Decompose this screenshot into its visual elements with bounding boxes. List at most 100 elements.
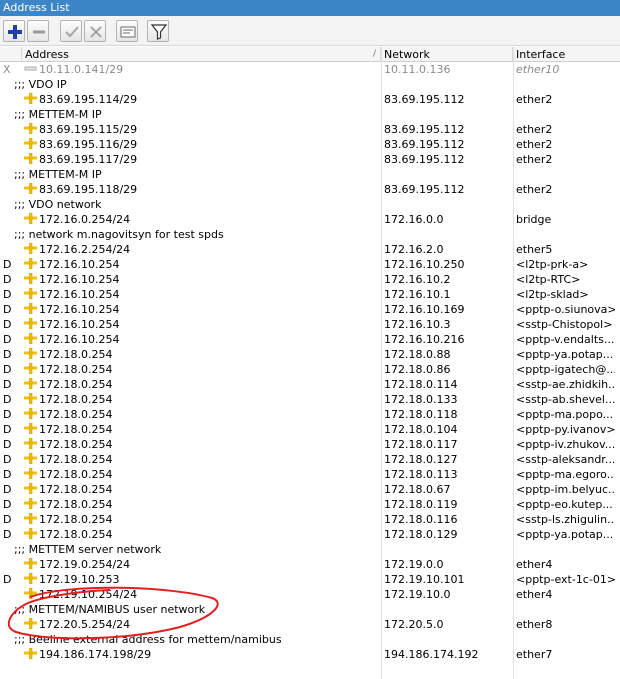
enable-button[interactable] bbox=[60, 20, 82, 42]
table-row[interactable]: D 172.18.0.254 172.18.0.104 <pptp-py.ivanov… bbox=[0, 422, 620, 437]
header-address[interactable]: Address / bbox=[22, 47, 381, 62]
flag-cell bbox=[3, 587, 17, 602]
address-cell: 172.18.0.254 bbox=[24, 482, 378, 497]
address-value: 172.18.0.254 bbox=[39, 393, 113, 406]
address-cell: 172.18.0.254 bbox=[24, 407, 378, 422]
disable-button[interactable] bbox=[84, 20, 106, 42]
table-row[interactable]: 83.69.195.114/29 83.69.195.112 ether2 bbox=[0, 92, 620, 107]
comment-text: ;;; network m.nagovitsyn for test spds bbox=[14, 228, 224, 241]
address-value: 83.69.195.116/29 bbox=[39, 138, 138, 151]
table-row[interactable]: D 172.18.0.254 172.18.0.117 <pptp-iv.zhukov… bbox=[0, 437, 620, 452]
address-pin-icon bbox=[24, 363, 37, 374]
address-value: 172.18.0.254 bbox=[39, 513, 113, 526]
flag-cell: D bbox=[3, 258, 12, 271]
network-cell: 172.16.10.2 bbox=[384, 273, 451, 286]
header-network[interactable]: Network bbox=[381, 47, 513, 62]
interface-cell: ether8 bbox=[516, 618, 553, 631]
table-row[interactable]: D 172.16.10.254 172.16.10.216 <pptp-v.endal… bbox=[0, 332, 620, 347]
address-cell: 172.16.2.254/24 bbox=[24, 242, 378, 257]
table-row[interactable]: 194.186.174.198/29 194.186.174.192 ether7 bbox=[0, 647, 620, 662]
comment-row[interactable]: ;;; METTEM/NAMIBUS user network bbox=[0, 602, 620, 617]
table-row[interactable]: D 172.18.0.254 172.18.0.114 <sstp-ae.zhidki… bbox=[0, 377, 620, 392]
table-row[interactable]: D 172.16.10.254 172.16.10.1 <l2tp-sklad> bbox=[0, 287, 620, 302]
remove-button[interactable] bbox=[27, 20, 49, 42]
network-cell: 172.18.0.129 bbox=[384, 528, 458, 541]
network-cell: 172.16.0.0 bbox=[384, 213, 444, 226]
comment-row[interactable]: ;;; network m.nagovitsyn for test spds bbox=[0, 227, 620, 242]
flag-cell: D bbox=[3, 363, 12, 376]
table-row[interactable]: D 172.18.0.254 172.18.0.118 <pptp-ma.popo..… bbox=[0, 407, 620, 422]
cross-icon bbox=[90, 26, 102, 38]
comment-button[interactable] bbox=[116, 20, 138, 42]
network-cell: 172.18.0.86 bbox=[384, 363, 451, 376]
table-row[interactable]: D 172.18.0.254 172.18.0.113 <pptp-ma.egoro.… bbox=[0, 467, 620, 482]
address-pin-icon bbox=[24, 333, 37, 344]
table-row[interactable]: D 172.18.0.254 172.18.0.129 <pptp-ya.potap.… bbox=[0, 527, 620, 542]
table-row[interactable]: 83.69.195.118/29 83.69.195.112 ether2 bbox=[0, 182, 620, 197]
table-row[interactable]: 172.19.0.254/24 172.19.0.0 ether4 bbox=[0, 557, 620, 572]
address-cell: 172.16.10.254 bbox=[24, 272, 378, 287]
flag-cell bbox=[3, 152, 17, 167]
address-pin-icon bbox=[24, 348, 37, 359]
address-pin-icon bbox=[24, 618, 37, 629]
table-row[interactable]: D 172.18.0.254 172.18.0.119 <pptp-eo.kutep.… bbox=[0, 497, 620, 512]
flag-cell: D bbox=[3, 333, 12, 346]
funnel-icon bbox=[150, 24, 168, 40]
comment-row[interactable]: ;;; METTEM-M IP bbox=[0, 107, 620, 122]
comment-row[interactable]: ;;; METTEM server network bbox=[0, 542, 620, 557]
table-row[interactable]: D 172.18.0.254 172.18.0.86 <pptp-igatech@..… bbox=[0, 362, 620, 377]
header-flag[interactable] bbox=[0, 47, 22, 62]
address-pin-icon bbox=[24, 393, 37, 404]
table-row[interactable]: 83.69.195.116/29 83.69.195.112 ether2 bbox=[0, 137, 620, 152]
address-pin-icon bbox=[24, 258, 37, 269]
table-row[interactable]: 83.69.195.117/29 83.69.195.112 ether2 bbox=[0, 152, 620, 167]
address-cell: 83.69.195.117/29 bbox=[24, 152, 378, 167]
comment-row[interactable]: ;;; Beeline external address for mettem/… bbox=[0, 632, 620, 647]
interface-cell: bridge bbox=[516, 213, 552, 226]
table-row[interactable]: D 172.18.0.254 172.18.0.88 <pptp-ya.potap..… bbox=[0, 347, 620, 362]
header-interface[interactable]: Interface bbox=[513, 47, 620, 62]
comment-row[interactable]: ;;; VDO network bbox=[0, 197, 620, 212]
address-value: 172.18.0.254 bbox=[39, 528, 113, 541]
address-cell: 172.18.0.254 bbox=[24, 362, 378, 377]
table-row[interactable]: X 10.11.0.141/29 10.11.0.136 ether10 bbox=[0, 62, 620, 77]
comment-row[interactable]: ;;; METTEM-M IP bbox=[0, 167, 620, 182]
comment-text: ;;; Beeline external address for mettem/… bbox=[14, 633, 282, 646]
address-pin-icon bbox=[24, 138, 37, 149]
address-cell: 172.18.0.254 bbox=[24, 377, 378, 392]
interface-cell: <l2tp-prk-a> bbox=[516, 258, 589, 271]
address-value: 83.69.195.115/29 bbox=[39, 123, 138, 136]
minus-icon bbox=[33, 30, 45, 34]
address-value: 172.19.10.253 bbox=[39, 573, 120, 586]
table-row[interactable]: D 172.16.10.254 172.16.10.3 <sstp-Chistopol… bbox=[0, 317, 620, 332]
table-row[interactable]: 83.69.195.115/29 83.69.195.112 ether2 bbox=[0, 122, 620, 137]
table-row[interactable]: D 172.18.0.254 172.18.0.133 <sstp-ab.shevel… bbox=[0, 392, 620, 407]
table-row[interactable]: D 172.19.10.253 172.19.10.101 <pptp-ext-1c-… bbox=[0, 572, 620, 587]
address-value: 172.18.0.254 bbox=[39, 378, 113, 391]
interface-cell: <pptp-iv.zhukov... bbox=[516, 438, 615, 451]
flag-cell: D bbox=[3, 483, 12, 496]
table-row[interactable]: D 172.16.10.254 172.16.10.250 <l2tp-prk-a> bbox=[0, 257, 620, 272]
add-button[interactable] bbox=[3, 20, 25, 42]
table-row[interactable]: D 172.18.0.254 172.18.0.67 <pptp-im.belyuc.… bbox=[0, 482, 620, 497]
table-row[interactable]: 172.20.5.254/24 172.20.5.0 ether8 bbox=[0, 617, 620, 632]
network-cell: 172.18.0.104 bbox=[384, 423, 458, 436]
comment-row[interactable]: ;;; VDO IP bbox=[0, 77, 620, 92]
network-cell: 172.16.2.0 bbox=[384, 243, 444, 256]
address-value: 172.16.10.254 bbox=[39, 333, 120, 346]
table-row[interactable]: D 172.16.10.254 172.16.10.2 <l2tp-RTC> bbox=[0, 272, 620, 287]
window-title: Address List bbox=[3, 1, 70, 14]
table-row[interactable]: D 172.18.0.254 172.18.0.116 <sstp-ls.zhigul… bbox=[0, 512, 620, 527]
address-cell: 172.16.10.254 bbox=[24, 257, 378, 272]
address-pin-icon bbox=[24, 438, 37, 449]
address-cell: 194.186.174.198/29 bbox=[24, 647, 378, 662]
table-row[interactable]: 172.16.2.254/24 172.16.2.0 ether5 bbox=[0, 242, 620, 257]
address-cell: 83.69.195.114/29 bbox=[24, 92, 378, 107]
table-row[interactable]: 172.19.10.254/24 172.19.10.0 ether4 bbox=[0, 587, 620, 602]
table-row[interactable]: D 172.16.10.254 172.16.10.169 <pptp-o.siuno… bbox=[0, 302, 620, 317]
interface-cell: <pptp-igatech@... bbox=[516, 363, 615, 376]
table-row[interactable]: D 172.18.0.254 172.18.0.127 <sstp-aleksandr… bbox=[0, 452, 620, 467]
filter-button[interactable] bbox=[147, 20, 169, 42]
table-row[interactable]: 172.16.0.254/24 172.16.0.0 bridge bbox=[0, 212, 620, 227]
table-header: Address / Network Interface bbox=[0, 47, 620, 62]
